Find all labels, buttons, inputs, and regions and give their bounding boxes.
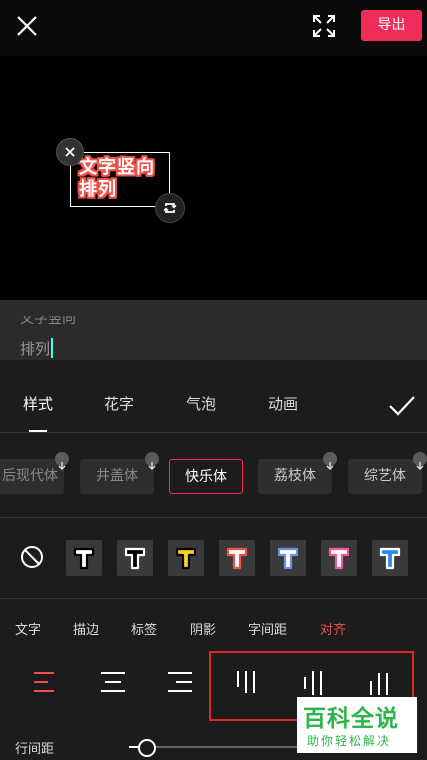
align-left-icon[interactable] (30, 665, 64, 699)
export-button[interactable]: 导出 (361, 10, 422, 41)
delete-sticker-button[interactable] (56, 138, 84, 166)
video-preview[interactable] (0, 56, 427, 300)
line-spacing-thumb[interactable] (138, 739, 156, 757)
text-style-icon (379, 547, 401, 570)
rotate-scale-handle[interactable] (155, 193, 185, 223)
subtab-stroke[interactable]: 描边 (73, 619, 99, 638)
subtab-align[interactable]: 对齐 (320, 619, 346, 638)
text-cursor (51, 338, 54, 358)
tab-animation[interactable]: 动画 (268, 393, 298, 414)
download-icon (413, 452, 427, 470)
tab-fancy-text[interactable]: 花字 (104, 393, 134, 414)
text-sticker-box[interactable]: 文字竖向 排列 (70, 152, 170, 207)
text-style-icon (277, 547, 299, 570)
subtab-label[interactable]: 标签 (131, 619, 157, 638)
checkmark-icon[interactable] (388, 393, 416, 419)
font-item-lychee[interactable]: 荔枝体 (258, 452, 337, 494)
watermark-logo: 百科全说 助你轻松解决 (297, 697, 417, 753)
divider (0, 517, 427, 518)
sticker-line-1: 文字竖向 (79, 157, 155, 178)
font-item-manhole[interactable]: 井盖体 (80, 452, 159, 494)
close-icon (65, 147, 75, 157)
sticker-line-2: 排列 (79, 179, 117, 200)
text-style-icon (226, 547, 248, 570)
line-spacing-label: 行间距 (15, 742, 55, 757)
align-center-icon[interactable] (96, 665, 130, 699)
style-preset-black-white[interactable] (117, 540, 153, 576)
download-icon (55, 452, 69, 470)
text-sticker: 文字竖向 排列 (79, 157, 155, 201)
tab-bubble[interactable]: 气泡 (186, 393, 216, 414)
watermark-title: 百科全说 (303, 706, 399, 732)
fullscreen-icon[interactable] (313, 15, 335, 37)
style-preset-white-blue[interactable] (270, 540, 306, 576)
style-preset-yellow-black[interactable] (168, 540, 204, 576)
divider (0, 598, 427, 599)
subtab-shadow[interactable]: 阴影 (190, 619, 216, 638)
font-item-variety[interactable]: 综艺体 (348, 452, 427, 494)
watermark-subtitle: 助你轻松解决 (307, 734, 392, 748)
no-style-icon[interactable] (20, 545, 44, 569)
download-icon (145, 452, 159, 470)
align-right-icon[interactable] (162, 665, 196, 699)
rotate-icon (163, 203, 177, 213)
line-spacing-slider[interactable] (129, 746, 309, 748)
download-icon (323, 452, 337, 470)
tab-style[interactable]: 样式 (23, 393, 53, 414)
text-style-icon (175, 547, 197, 570)
divider (0, 432, 427, 433)
style-preset-white-pink[interactable] (321, 540, 357, 576)
input-line-1: 文字竖向 (20, 316, 76, 327)
close-icon[interactable] (15, 14, 39, 38)
font-item-happy[interactable]: 快乐体 (169, 459, 243, 494)
style-preset-blue-white[interactable] (372, 540, 408, 576)
style-preset-white-black[interactable] (66, 540, 102, 576)
subtab-letter-spacing[interactable]: 字间距 (248, 619, 287, 638)
input-line-2: 排列 (20, 338, 54, 359)
text-style-icon (328, 547, 350, 570)
style-preset-white-red[interactable] (219, 540, 255, 576)
font-item-postmodern[interactable]: 后现代体 (0, 452, 69, 494)
text-style-icon (124, 547, 146, 570)
text-input-area[interactable] (0, 300, 427, 360)
subtab-text[interactable]: 文字 (15, 619, 41, 638)
text-style-icon (73, 547, 95, 570)
